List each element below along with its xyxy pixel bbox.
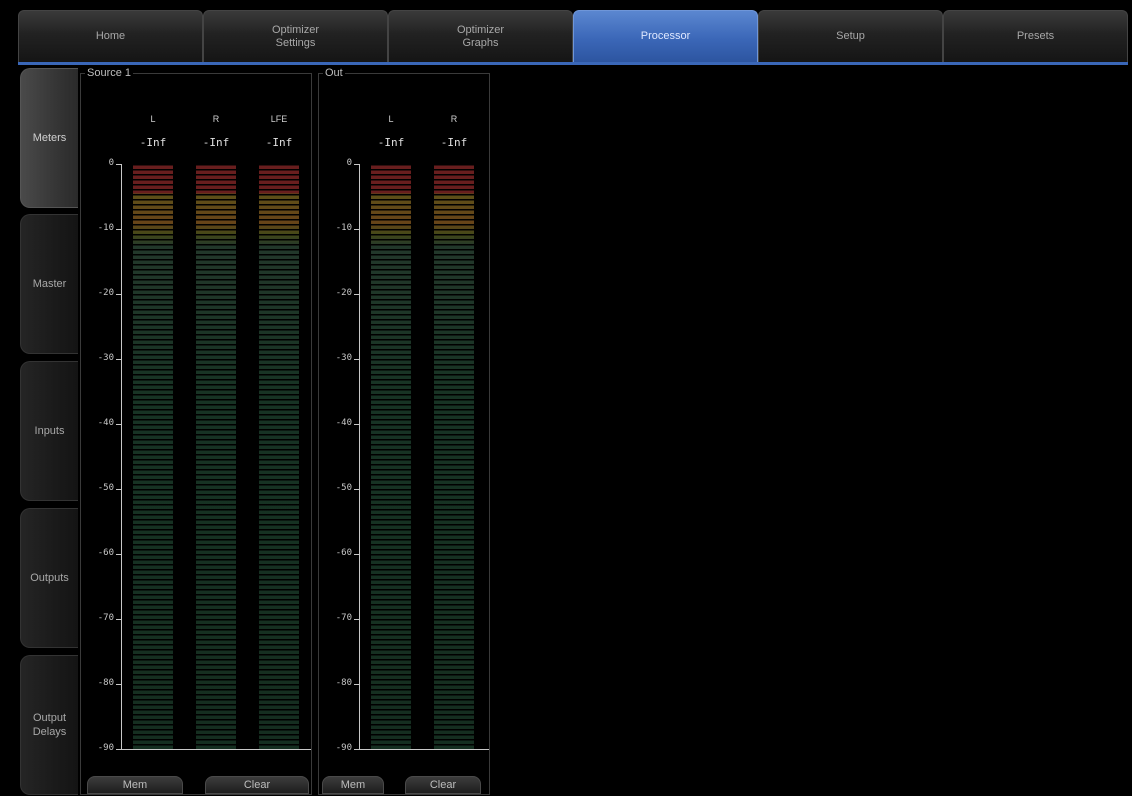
scale-tick [116,359,121,360]
scale-tick [116,424,121,425]
scale-tick-label: -50 [335,483,352,493]
scale-tick-label: -30 [335,353,352,363]
sidebar-item-output-delays[interactable]: Output Delays [20,655,78,795]
scale-tick-label: -70 [97,613,114,623]
scale-tick-label: -80 [97,678,114,688]
scale-tick [354,164,359,165]
channel-label-l: L [388,114,394,124]
scale-tick [116,619,121,620]
sidebar-item-meters[interactable]: Meters [20,68,78,208]
scale-tick [116,489,121,490]
scale-tick [354,229,359,230]
channel-label-r: R [450,114,458,124]
clear-button[interactable]: Clear [405,776,481,794]
scale-tick-label: -80 [335,678,352,688]
scale-tick-label: -40 [335,418,352,428]
source-meter-panel: Source 1 L R LFE -Inf -Inf -Inf 0 -10 -20 -… [80,67,312,795]
meter-baseline [359,749,489,750]
scale-tick-label: -30 [97,353,114,363]
scale-tick-label: -90 [97,743,114,753]
scale-tick-label: -50 [97,483,114,493]
scale-tick-label: -20 [335,288,352,298]
tab-presets[interactable]: Presets [943,10,1128,62]
mem-button[interactable]: Mem [87,776,183,794]
mem-button[interactable]: Mem [322,776,384,794]
tab-setup[interactable]: Setup [758,10,943,62]
peak-readout-l[interactable]: -Inf [371,136,411,149]
peak-readout-r[interactable]: -Inf [434,136,474,149]
scale-tick [116,684,121,685]
level-meter-r [434,164,474,749]
peak-readout-lfe[interactable]: -Inf [259,136,299,149]
panel-title: Source 1 [85,67,134,79]
scale-tick-label: 0 [108,158,114,168]
scale-tick [354,489,359,490]
scale-tick [354,619,359,620]
peak-readout-r[interactable]: -Inf [196,136,236,149]
channel-label-l: L [150,114,156,124]
scale-tick [116,294,121,295]
tab-processor[interactable]: Processor [573,10,758,62]
scale-tick-label: -70 [335,613,352,623]
tab-optimizer-settings[interactable]: Optimizer Settings [203,10,388,62]
meter-baseline [121,749,311,750]
tab-optimizer-graphs[interactable]: Optimizer Graphs [388,10,573,62]
scale-tick-label: -60 [335,548,352,558]
channel-label-lfe: LFE [270,114,288,124]
out-meter-panel: Out L R -Inf -Inf 0 -10 -20 -30 -40 -50 -60 -70… [318,67,490,795]
peak-readout-l[interactable]: -Inf [133,136,173,149]
scale-tick-label: -60 [97,548,114,558]
level-meter-lfe [259,164,299,749]
sidebar-item-inputs[interactable]: Inputs [20,361,78,501]
top-tab-bar: Home Optimizer Settings Optimizer Graphs… [18,10,1128,62]
level-meter-r [196,164,236,749]
tab-underline [18,62,1128,65]
scale-tick [116,749,121,750]
scale-tick-label: -20 [97,288,114,298]
scale-tick [116,554,121,555]
scale-tick-label: -10 [335,223,352,233]
scale-tick [354,424,359,425]
meter-scale-axis [359,164,360,749]
scale-tick-label: 0 [346,158,352,168]
scale-tick [354,294,359,295]
channel-label-r: R [212,114,220,124]
scale-tick [354,359,359,360]
sidebar: Meters Master Inputs Outputs Output Dela… [20,68,78,796]
scale-tick [354,749,359,750]
clear-button[interactable]: Clear [205,776,309,794]
tab-home[interactable]: Home [18,10,203,62]
scale-tick-label: -40 [97,418,114,428]
scale-tick [354,684,359,685]
scale-tick [116,164,121,165]
scale-tick-label: -10 [97,223,114,233]
level-meter-l [371,164,411,749]
panel-title: Out [323,67,345,79]
scale-tick [116,229,121,230]
sidebar-item-master[interactable]: Master [20,214,78,354]
level-meter-l [133,164,173,749]
scale-tick-label: -90 [335,743,352,753]
meter-scale-axis [121,164,122,749]
sidebar-item-outputs[interactable]: Outputs [20,508,78,648]
scale-tick [354,554,359,555]
